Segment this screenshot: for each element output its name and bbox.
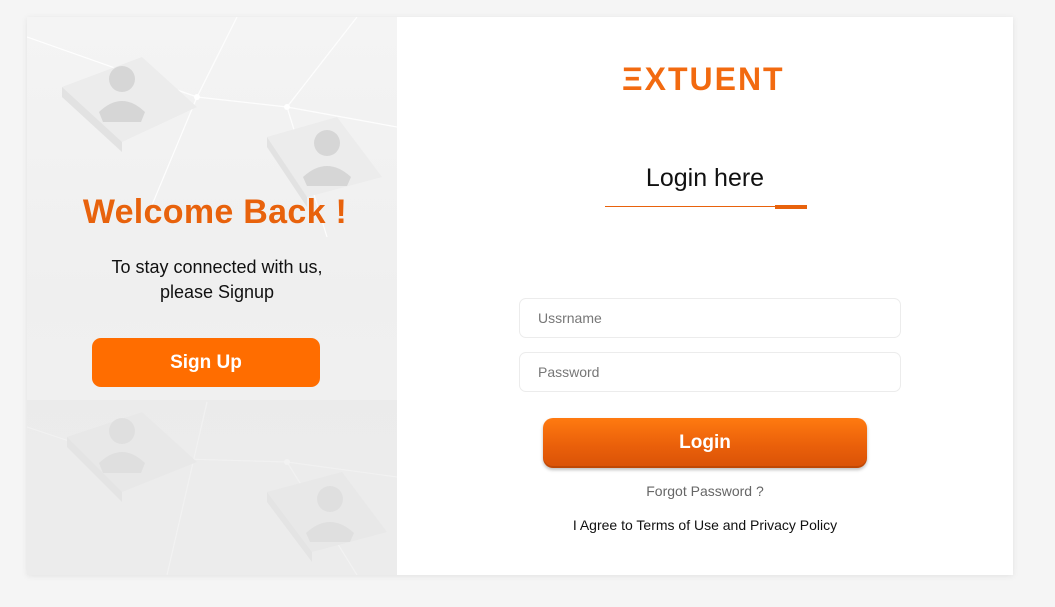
password-input[interactable] <box>519 352 901 392</box>
title-underline <box>605 206 775 207</box>
extuent-logo: ΞXTUENT <box>622 61 785 97</box>
login-panel: ΞXTUENT Login here Login Forgot Password… <box>397 17 1013 575</box>
sign-up-button[interactable]: Sign Up <box>92 338 320 387</box>
terms-and: and <box>718 517 751 533</box>
terms-of-use-link[interactable]: Terms of Use <box>636 517 718 533</box>
terms-prefix: I Agree to <box>572 517 637 533</box>
welcome-subtext: To stay connected with us, please Signup <box>67 255 367 305</box>
user-profile-icon <box>62 57 197 152</box>
login-title: Login here <box>645 164 765 192</box>
privacy-policy-link[interactable]: Privacy Policy <box>750 517 837 533</box>
title-underline-accent <box>775 205 807 209</box>
forgot-password-link[interactable]: Forgot Password ? <box>597 483 813 499</box>
lower-background-band <box>27 400 397 575</box>
welcome-subtext-line-2: please Signup <box>159 282 275 302</box>
terms-agreement: I Agree to Terms of Use and Privacy Poli… <box>547 517 863 533</box>
welcome-heading: Welcome Back ! <box>82 193 348 231</box>
login-card: Welcome Back ! To stay connected with us… <box>27 17 1013 575</box>
username-input[interactable] <box>519 298 901 338</box>
login-button[interactable]: Login <box>543 418 867 468</box>
welcome-panel: Welcome Back ! To stay connected with us… <box>27 17 397 575</box>
welcome-subtext-line-1: To stay connected with us, <box>111 257 323 277</box>
